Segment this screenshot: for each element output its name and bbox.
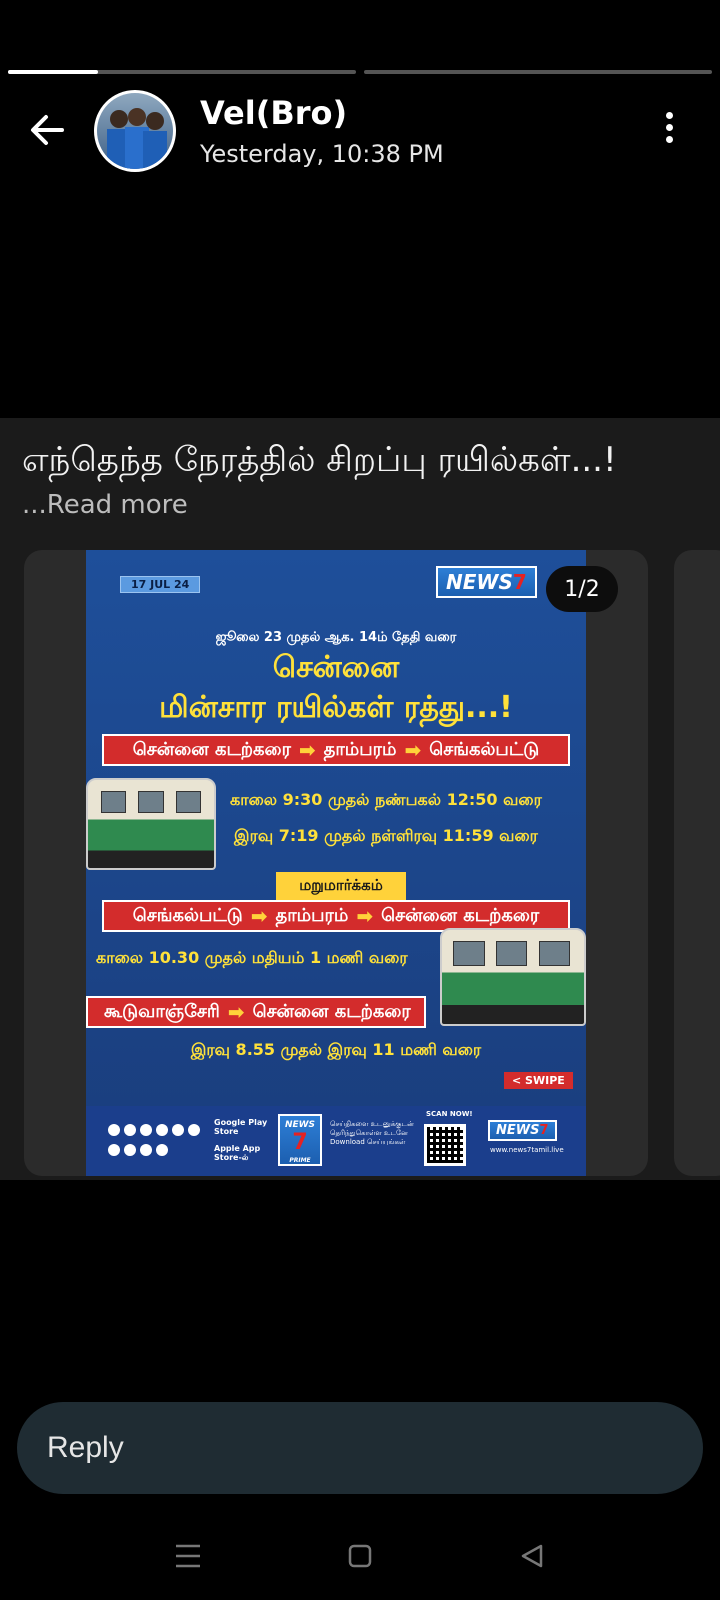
- social-icons: [106, 1122, 206, 1162]
- route-stop: செங்கல்பட்டு: [429, 738, 540, 760]
- google-play-label: Google Play Store: [214, 1118, 268, 1136]
- route-stop: தாம்பரம்: [275, 904, 349, 926]
- poster-title-line1: சென்னை: [272, 650, 400, 685]
- app-store-label: Apple App Store-ல்: [214, 1144, 261, 1162]
- route3-time: இரவு 8.55 முதல் இரவு 11 மணி வரை: [190, 1040, 482, 1059]
- route1-time-2: இரவு 7:19 முதல் நள்ளிரவு 11:59 வரை: [234, 826, 538, 845]
- avatar-photo: [97, 93, 173, 169]
- return-route-label: மறுமார்க்கம்: [276, 872, 406, 900]
- arrow-right-icon: ➡: [227, 1000, 245, 1024]
- logo-number: 7: [512, 570, 527, 594]
- route-stop: சென்னை கடற்கரை: [252, 1000, 411, 1022]
- story-progress-fill: [8, 70, 99, 74]
- arrow-right-icon: ➡: [404, 738, 422, 762]
- poster-subtitle: ஜூலை 23 முதல் ஆக. 14ம் தேதி வரை: [215, 630, 457, 645]
- logo-text: NEWS: [446, 570, 513, 594]
- story-progress-1: [8, 70, 356, 74]
- status-timestamp: Yesterday, 10:38 PM: [200, 140, 444, 168]
- route-banner-3: கூடுவாஞ்சேரி ➡ சென்னை கடற்கரை: [86, 996, 426, 1028]
- route-stop: கூடுவாஞ்சேரி: [104, 1000, 220, 1022]
- back-nav-icon[interactable]: [508, 1536, 556, 1576]
- poster-title-line2: மின்சார ரயில்கள் ரத்து...!: [159, 690, 513, 725]
- train-image-right: [440, 928, 586, 1026]
- poster-date: 17 JUL 24: [120, 576, 201, 593]
- news7-logo: NEWS7: [436, 566, 537, 598]
- route-stop: சென்னை கடற்கரை: [381, 904, 540, 926]
- footer-logo-number: 7: [539, 1123, 549, 1138]
- news-poster-image[interactable]: 17 JUL 24 NEWS7 ஜூலை 23 முதல் ஆக. 14ம் த…: [86, 550, 586, 1176]
- prime-logo-text: NEWS: [284, 1120, 316, 1130]
- prime-label: PRIME: [289, 1157, 311, 1164]
- reply-input[interactable]: [47, 1402, 667, 1494]
- route-stop: தாம்பரம்: [323, 738, 397, 760]
- train-image-left: [86, 778, 216, 870]
- more-options-icon[interactable]: [664, 112, 674, 148]
- recent-apps-icon[interactable]: [164, 1536, 212, 1576]
- news7-prime-logo: NEWS 7 PRIME: [278, 1114, 322, 1166]
- back-arrow-icon[interactable]: [26, 108, 70, 152]
- media-counter: 1/2: [546, 566, 618, 612]
- route-stop: சென்னை கடற்கரை: [132, 738, 291, 760]
- route-stop: செங்கல்பட்டு: [132, 904, 243, 926]
- reply-bar[interactable]: [17, 1402, 703, 1494]
- arrow-right-icon: ➡: [356, 904, 374, 928]
- swipe-badge: < SWIPE: [504, 1072, 573, 1089]
- scan-now-label: SCAN NOW!: [426, 1110, 473, 1118]
- download-info: செய்திகளை உடனுக்குடன் தெரிந்துகொள்ள உடனே…: [330, 1120, 414, 1146]
- website-url: www.news7tamil.live: [490, 1146, 564, 1154]
- story-progress-2: [364, 70, 712, 74]
- arrow-right-icon: ➡: [298, 738, 316, 762]
- status-caption: எந்தெந்த நேரத்தில் சிறப்பு ரயில்கள்...!: [22, 440, 617, 480]
- poster-footer: Google Play Store Apple App Store-ல் NEW…: [86, 1106, 586, 1176]
- route1-time-1: காலை 9:30 முதல் நண்பகல் 12:50 வரை: [230, 790, 542, 809]
- news7-logo-footer: NEWS7: [488, 1120, 557, 1141]
- route2-time: காலை 10.30 முதல் மதியம் 1 மணி வரை: [96, 948, 408, 967]
- route-banner-1: சென்னை கடற்கரை ➡ தாம்பரம் ➡ செங்கல்பட்டு: [102, 734, 570, 766]
- arrow-right-icon: ➡: [250, 904, 268, 928]
- qr-code: [424, 1124, 466, 1166]
- home-icon[interactable]: [336, 1536, 384, 1576]
- next-media-card[interactable]: [674, 550, 720, 1176]
- footer-logo-text: NEWS: [496, 1123, 540, 1138]
- read-more-link[interactable]: ...Read more: [22, 490, 188, 520]
- avatar[interactable]: [94, 90, 176, 172]
- contact-name[interactable]: Vel(Bro): [200, 94, 347, 132]
- prime-logo-number: 7: [292, 1130, 308, 1155]
